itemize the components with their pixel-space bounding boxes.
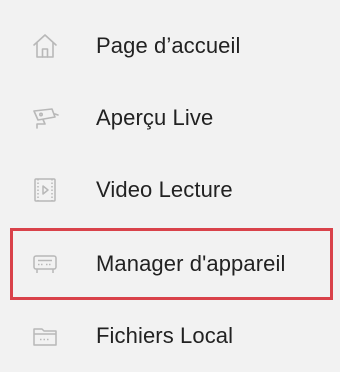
video-playback-icon xyxy=(30,175,60,205)
camera-icon xyxy=(30,103,60,133)
menu-item-label: Video Lecture xyxy=(96,177,233,202)
menu-item-label: Fichiers Local xyxy=(96,323,234,348)
menu-item-local-files[interactable]: Fichiers Local xyxy=(0,300,340,372)
menu-item-video-playback[interactable]: Video Lecture xyxy=(0,154,340,226)
menu-item-live-preview[interactable]: Aperçu Live xyxy=(0,82,340,154)
menu-item-home[interactable]: Page d’accueil xyxy=(0,10,340,82)
device-manager-icon xyxy=(30,249,60,279)
menu-item-label: Page d’accueil xyxy=(96,33,241,58)
menu-item-label: Manager d'appareil xyxy=(96,251,286,276)
menu-item-device-manager[interactable]: Manager d'appareil xyxy=(10,228,333,300)
side-menu: Page d’accueil Aperçu Live Video Lecture xyxy=(0,0,340,369)
folder-icon xyxy=(30,321,60,351)
home-icon xyxy=(30,31,60,61)
menu-item-label: Aperçu Live xyxy=(96,105,214,130)
